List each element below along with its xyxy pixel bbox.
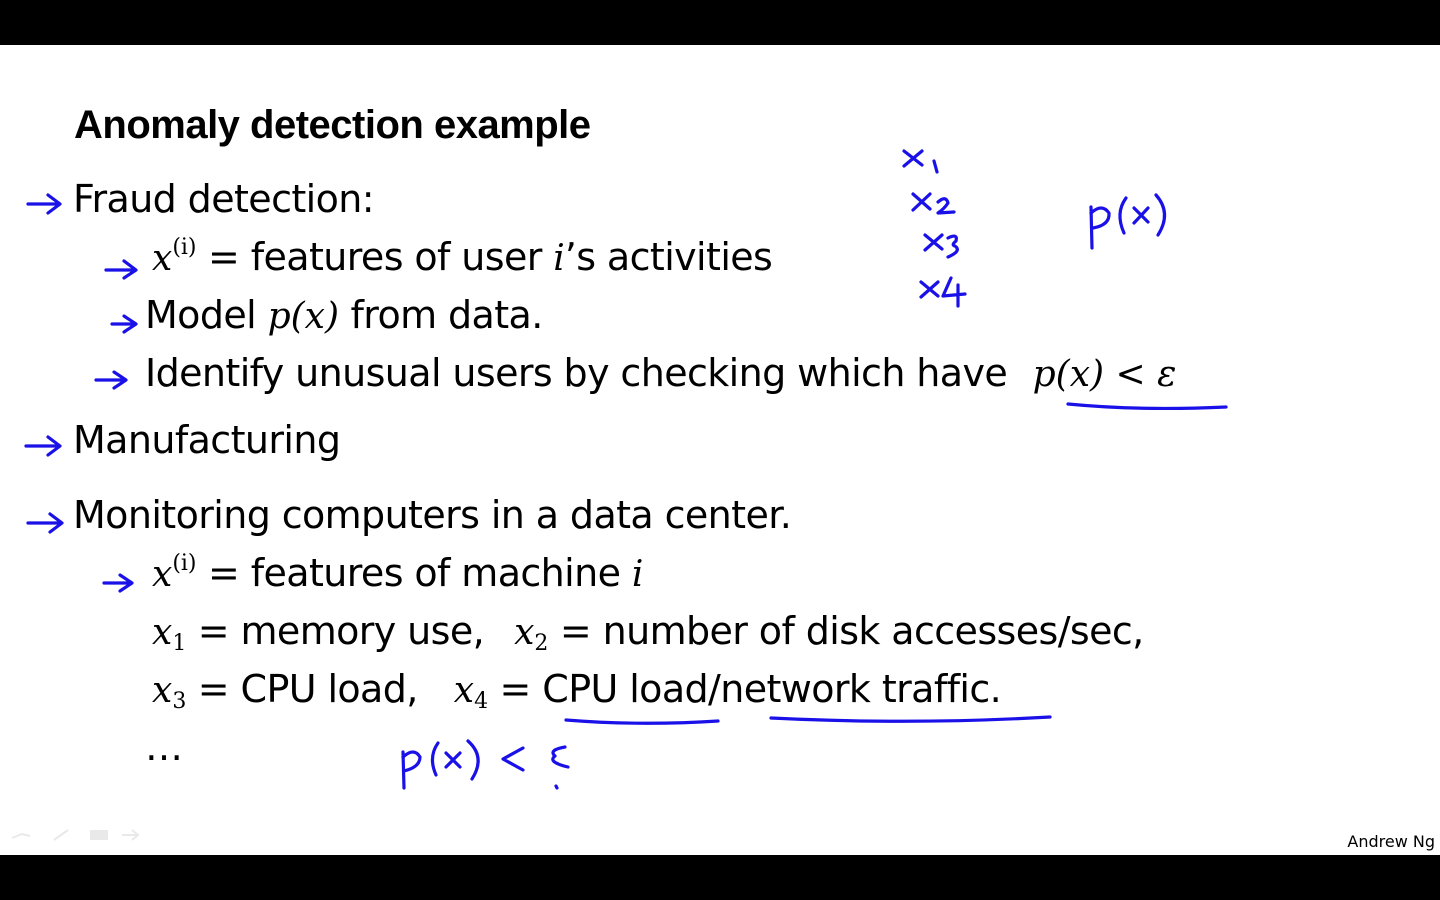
arrow-bullet-icon bbox=[26, 193, 62, 215]
handwritten-x1 bbox=[902, 149, 939, 174]
handwritten-p-of-x bbox=[1089, 193, 1167, 250]
math-x-i: x(i) bbox=[152, 551, 197, 595]
bullet-manufacturing: Manufacturing bbox=[73, 418, 341, 462]
bullet-fraud-detection: Fraud detection: bbox=[73, 177, 375, 221]
underline-cpu-load bbox=[564, 718, 720, 725]
math-x3: x3 bbox=[152, 670, 187, 714]
arrow-bullet-icon bbox=[104, 259, 138, 280]
math-p-x: p(x) bbox=[267, 296, 340, 337]
arrow-bullet-icon bbox=[102, 573, 134, 593]
math-threshold: p(x) < ε bbox=[1032, 354, 1177, 395]
handwritten-threshold bbox=[401, 739, 570, 790]
bullet-monitoring: Monitoring computers in a data center. bbox=[73, 493, 792, 537]
handwritten-x2 bbox=[911, 192, 956, 215]
math-x2: x2 bbox=[514, 612, 549, 656]
video-letterbox-top bbox=[0, 0, 1440, 45]
video-letterbox-bottom bbox=[0, 855, 1440, 900]
arrow-bullet-icon bbox=[26, 512, 64, 534]
fraud-item-features: x(i) = features of user i’s activities bbox=[152, 235, 773, 279]
author-credit: Andrew Ng bbox=[1347, 832, 1435, 851]
fraud-item-identify: Identify unusual users by checking which… bbox=[145, 351, 1177, 395]
handwritten-x4 bbox=[919, 276, 967, 308]
math-x4: x4 bbox=[453, 670, 489, 714]
monitoring-x1-x2: x1 = memory use, x2 = number of disk acce… bbox=[152, 609, 1144, 656]
underline-threshold bbox=[1066, 402, 1228, 411]
underline-network-traffic bbox=[769, 715, 1052, 723]
player-controls-faint bbox=[10, 827, 140, 841]
slide-title: Anomaly detection example bbox=[74, 103, 591, 147]
math-x1: x1 bbox=[152, 612, 187, 656]
lecture-slide: Anomaly detection example Fraud detectio… bbox=[0, 45, 1440, 855]
arrow-bullet-icon bbox=[110, 314, 138, 334]
monitoring-ellipsis: … bbox=[145, 725, 183, 769]
handwritten-x3 bbox=[923, 233, 959, 259]
math-x-i: x(i) bbox=[152, 235, 197, 279]
monitoring-x3-x4: x3 = CPU load, x4 = CPU load/network traf… bbox=[152, 667, 1002, 714]
arrow-bullet-icon bbox=[24, 435, 62, 457]
monitoring-item-features: x(i) = features of machine i bbox=[152, 551, 644, 595]
arrow-bullet-icon bbox=[94, 370, 128, 390]
fraud-item-model: Model p(x) from data. bbox=[145, 293, 543, 337]
